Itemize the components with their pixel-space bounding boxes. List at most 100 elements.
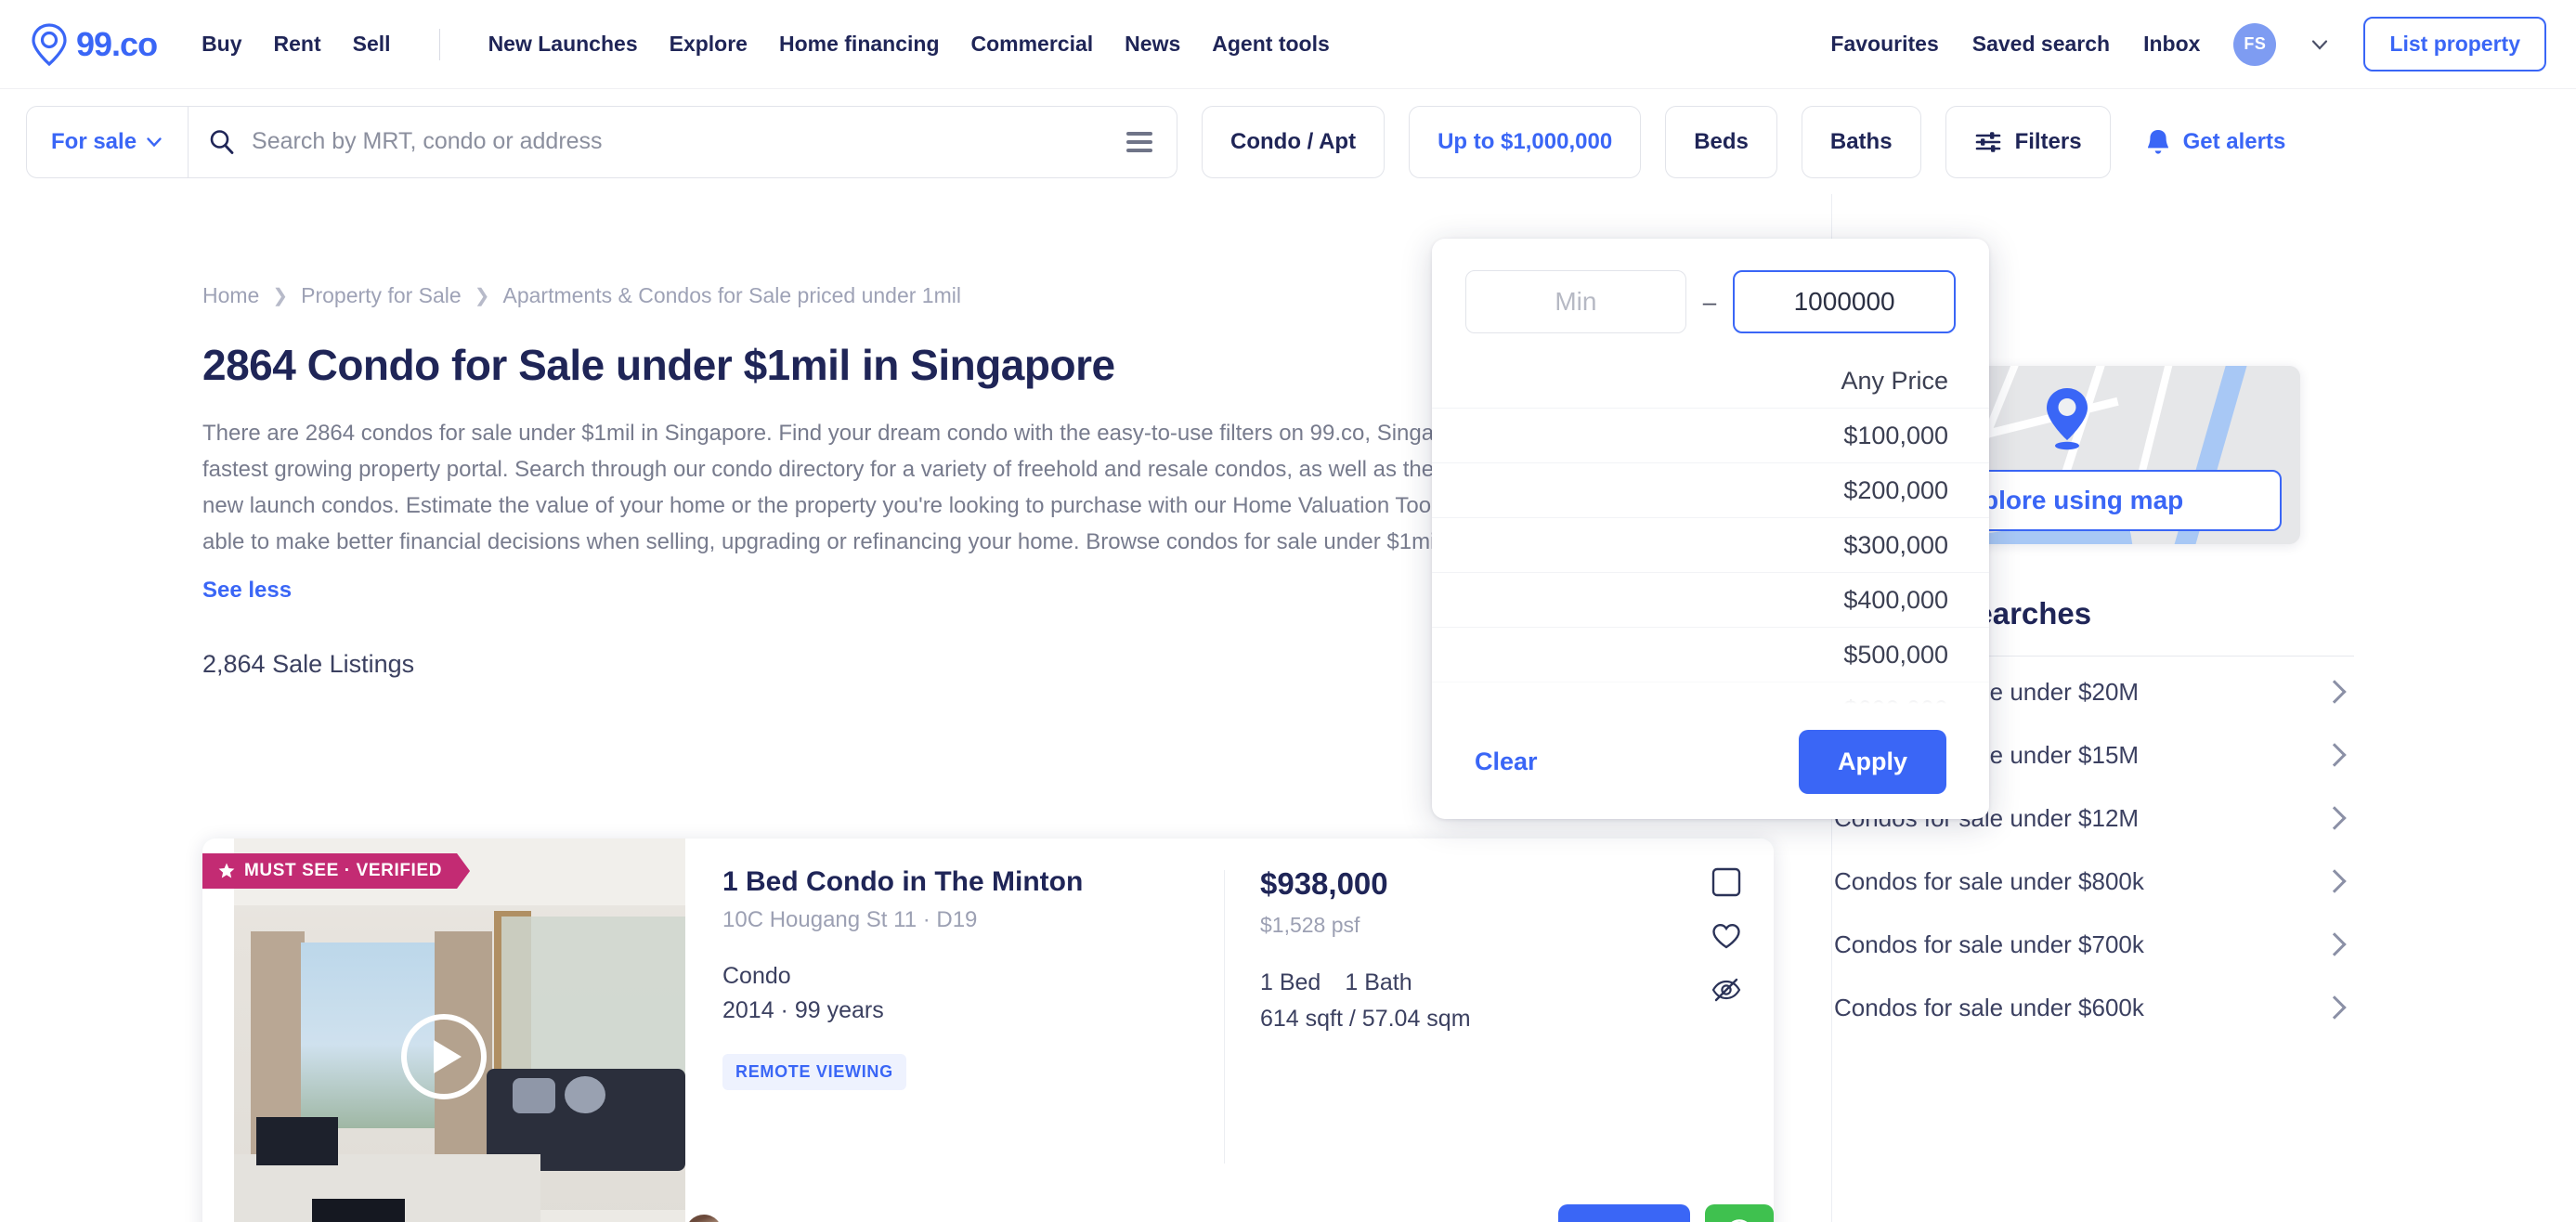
search-shell: For sale [26,105,1177,178]
chip-beds[interactable]: Beds [1665,105,1777,178]
nav-item-sell[interactable]: Sell [353,32,391,57]
whatsapp-icon [1731,1219,1748,1222]
listing-baths: 1 Bath [1345,969,1412,995]
call-label: Call [1620,1219,1664,1222]
chevron-down-icon[interactable] [2309,34,2330,55]
max-price-input[interactable] [1735,287,1954,317]
nav-item-explore[interactable]: Explore [670,32,748,57]
chevron-right-icon [2322,932,2347,956]
search-menu-icon[interactable] [1126,131,1158,152]
nav-item-buy[interactable]: Buy [202,32,241,57]
whatsapp-button[interactable] [1705,1204,1774,1222]
breadcrumb-separator: ❯ [474,286,490,306]
account-nav: Favourites Saved search Inbox FS List pr… [1830,17,2546,72]
listing-year-tenure: 2014 · 99 years [722,997,884,1023]
clear-button[interactable]: Clear [1475,748,1538,776]
filters-label: Filters [2014,128,2082,154]
listing-beds-baths: 1 Bed 1 Bath [1260,969,1615,996]
nav-divider [438,28,440,60]
price-option-300000[interactable]: $300,000 [1432,518,1989,573]
popular-search-label: Condos for sale under $700k [1834,930,2144,958]
chip-property-type[interactable]: Condo / Apt [1202,105,1386,178]
nav-item-commercial[interactable]: Commercial [971,32,1094,57]
popular-search-item[interactable]: Condos for sale under $700k [1834,913,2354,976]
price-option-600000[interactable]: $600,000 [1432,682,1989,705]
get-alerts-label: Get alerts [2182,128,2286,154]
nav-item-favourites[interactable]: Favourites [1830,32,1938,57]
listing-property-type: Condo [722,963,791,989]
price-dropdown-footer: Clear Apply [1432,704,1989,819]
bell-icon [2147,129,2168,154]
remote-viewing-tag: REMOTE VIEWING [722,1054,906,1090]
agent-avatar[interactable] [685,1215,722,1222]
chip-filters[interactable]: Filters [1945,105,2111,178]
popular-search-item[interactable]: Condos for sale under $600k [1834,976,2354,1039]
primary-nav: Buy Rent Sell New Launches Explore Home … [202,28,1330,60]
chip-price[interactable]: Up to $1,000,000 [1409,105,1642,178]
listing-action-icons [1711,866,1742,1006]
nav-item-home-financing[interactable]: Home financing [779,32,940,57]
nav-item-agent-tools[interactable]: Agent tools [1212,32,1330,57]
price-option-500000[interactable]: $500,000 [1432,628,1989,682]
play-video-button[interactable] [401,1014,487,1099]
compare-checkbox[interactable] [1711,866,1742,898]
chevron-right-icon [2322,995,2347,1020]
chevron-right-icon [2322,806,2347,830]
price-option-200000[interactable]: $200,000 [1432,463,1989,518]
breadcrumb-item-current: Apartments & Condos for Sale priced unde… [502,283,961,307]
nav-item-inbox[interactable]: Inbox [2143,32,2200,57]
nav-item-saved-search[interactable]: Saved search [1972,32,2110,57]
search-segment [189,107,1177,177]
popular-search-label: Condos for sale under $600k [1834,993,2144,1021]
min-price-input[interactable] [1466,287,1685,317]
heart-icon[interactable] [1711,920,1742,952]
price-option-100000[interactable]: $100,000 [1432,409,1989,463]
get-alerts-button[interactable]: Get alerts [2144,127,2286,157]
listing-body: 1 Bed Condo in The Minton 10C Hougang St… [685,838,1774,1222]
price-filter-dropdown: – Any Price $100,000 $200,000 $300,000 $… [1432,239,1989,819]
listing-pricing: $938,000 $1,528 psf 1 Bed 1 Bath 614 sqf… [1225,866,1615,1222]
listing-address: 10C Hougang St 11 · D19 [722,907,978,932]
listing-beds: 1 Bed [1260,969,1321,995]
apply-button[interactable]: Apply [1798,730,1946,794]
listing-info: 1 Bed Condo in The Minton 10C Hougang St… [722,866,1224,1222]
filter-bar: For sale Condo / Apt Up to $1,000,000 Be… [0,89,2576,194]
nav-item-news[interactable]: News [1125,32,1180,57]
nav-item-new-launches[interactable]: New Launches [488,32,638,57]
status-badge: MUST SEE · VERIFIED [202,853,470,889]
top-header: 99.co Buy Rent Sell New Launches Explore… [0,0,2576,89]
map-pin-icon [2047,388,2088,450]
price-option-any[interactable]: Any Price [1432,354,1989,409]
min-price-field[interactable] [1465,270,1686,333]
page-description: There are 2864 condos for sale under $1m… [202,421,1539,554]
sliders-icon [1975,131,2000,152]
price-range-inputs: – [1432,239,1989,354]
price-options-list[interactable]: Any Price $100,000 $200,000 $300,000 $40… [1432,354,1989,704]
listing-media: MUST SEE · VERIFIED 15 2 [202,838,685,1222]
chevron-down-icon [147,136,162,147]
chevron-right-icon [2322,743,2347,767]
logo-text: 99.co [76,24,158,63]
call-button[interactable]: Call [1558,1204,1690,1222]
breadcrumb-separator: ❯ [272,286,289,306]
max-price-field[interactable] [1733,270,1956,333]
search-icon [210,129,234,154]
listing-card[interactable]: MUST SEE · VERIFIED 15 2 [202,838,1774,1222]
play-triangle-icon [434,1040,462,1073]
list-property-button[interactable]: List property [2363,17,2546,72]
breadcrumb-item-property-for-sale[interactable]: Property for Sale [301,283,462,308]
popular-search-item[interactable]: Condos for sale under $800k [1834,850,2354,913]
map-pin [2041,386,2093,460]
listing-type-dropdown[interactable]: For sale [27,106,189,177]
logo[interactable]: 99.co [30,22,158,66]
search-input[interactable] [252,128,1112,155]
star-icon [217,862,236,880]
listing-title[interactable]: 1 Bed Condo in The Minton [722,866,1224,898]
chip-baths[interactable]: Baths [1801,105,1921,178]
hide-listing-icon[interactable] [1711,974,1742,1006]
nav-item-rent[interactable]: Rent [274,32,321,57]
avatar[interactable]: FS [2233,22,2277,66]
price-option-400000[interactable]: $400,000 [1432,573,1989,628]
breadcrumb-item-home[interactable]: Home [202,283,259,308]
listing-psf: $1,528 psf [1260,913,1360,937]
